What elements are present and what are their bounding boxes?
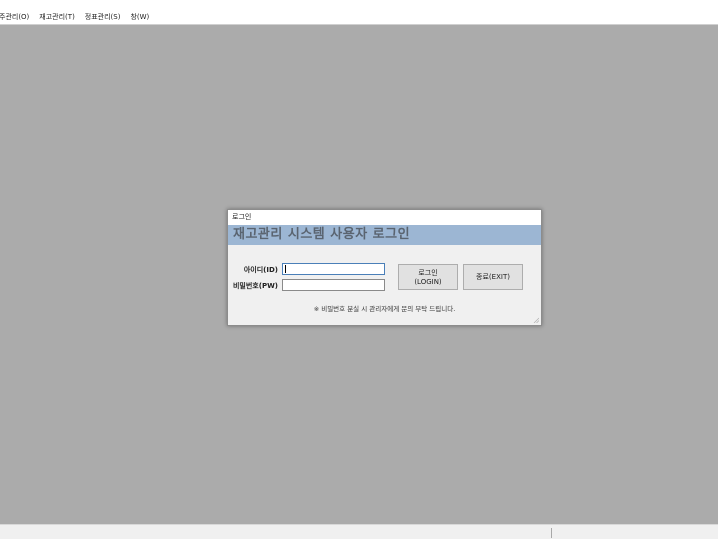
- exit-button[interactable]: 종료(EXIT): [463, 264, 523, 290]
- dialog-title: 로그인: [228, 210, 541, 225]
- pw-label: 비밀번호(PW): [232, 282, 278, 290]
- menu-item-window[interactable]: 창(W): [125, 12, 154, 22]
- dialog-banner: 재고관리 시스템 사용자 로그인: [228, 225, 541, 245]
- id-label: 아이디(ID): [243, 266, 278, 274]
- menu-item-main[interactable]: 주관리(O): [0, 12, 34, 22]
- id-input[interactable]: [282, 263, 385, 275]
- status-separator: [551, 528, 552, 538]
- menu-bar: 주관리(O) 재고관리(T) 정표관리(S) 창(W): [0, 10, 718, 25]
- pw-input[interactable]: [282, 279, 385, 291]
- text-caret: [285, 265, 286, 273]
- window-top-strip: [0, 0, 718, 10]
- resize-grip-icon[interactable]: [533, 317, 539, 323]
- login-dialog: 로그인 재고관리 시스템 사용자 로그인 아이디(ID) 비밀번호(PW) 로그…: [227, 209, 542, 326]
- menu-item-statement[interactable]: 정표관리(S): [80, 12, 126, 22]
- login-button[interactable]: 로그인(LOGIN): [398, 264, 458, 290]
- menu-item-inventory[interactable]: 재고관리(T): [34, 12, 80, 22]
- password-notice: ※ 비밀번호 분실 시 관리자에게 문의 부탁 드립니다.: [313, 305, 456, 313]
- status-bar: [0, 524, 718, 539]
